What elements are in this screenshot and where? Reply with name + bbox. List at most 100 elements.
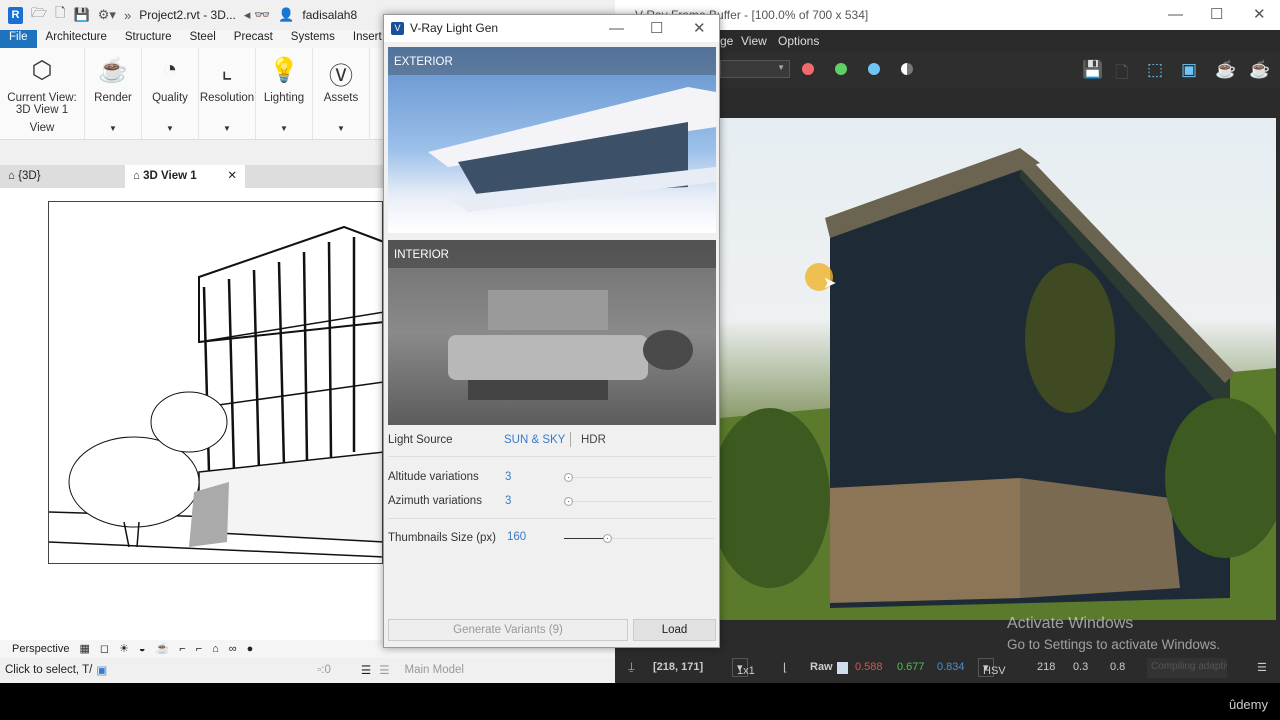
curve-icon[interactable]: ⌊ — [783, 661, 787, 674]
dropdown-icon[interactable]: ▼ — [109, 124, 117, 133]
lock-view-icon[interactable]: ⌂ — [212, 643, 219, 655]
azimuth-slider-handle[interactable] — [564, 497, 573, 506]
altitude-slider[interactable] — [568, 477, 713, 478]
revit-logo-icon[interactable]: R — [8, 6, 23, 24]
new-icon[interactable]: 🗋 — [55, 4, 65, 26]
log-icon[interactable]: ☰ — [1257, 661, 1267, 674]
shadows-icon[interactable]: ◒ — [139, 643, 146, 655]
thumbnail-size-handle[interactable] — [603, 534, 612, 543]
sync-icon[interactable]: ⚙▾ — [98, 7, 116, 23]
color-swatch — [837, 662, 848, 674]
tab-structure[interactable]: Structure — [116, 30, 181, 48]
region-select-icon[interactable]: ⬚ — [1147, 60, 1163, 80]
cube-icon: ⬡ — [31, 57, 53, 84]
menu-view[interactable]: View — [741, 34, 767, 48]
label: Render — [94, 92, 132, 104]
list-icon[interactable]: ☰ — [361, 663, 371, 677]
view-mode-label[interactable]: Perspective — [12, 643, 69, 655]
assets-button[interactable]: Ⓥ Assets ▼ — [313, 48, 370, 139]
generate-variants-button[interactable]: Generate Variants (9) — [388, 619, 628, 641]
dropdown-icon[interactable]: ▼ — [166, 124, 174, 133]
render-icon[interactable]: ☕ — [1215, 60, 1236, 80]
more-icon[interactable]: » — [124, 8, 131, 23]
quality-button[interactable]: ◔ Quality ▼ — [142, 48, 199, 139]
clear-icon[interactable]: 🗋 — [1115, 60, 1129, 89]
crop-show-icon[interactable]: ⌐ — [196, 643, 202, 655]
azimuth-value: 3 — [505, 495, 512, 507]
sun-icon[interactable]: ☀ — [119, 642, 129, 655]
tab-precast[interactable]: Precast — [225, 30, 282, 48]
title-bar: V V-Ray Light Gen — ☐ ✕ — [384, 15, 719, 42]
colorspace-dropdown[interactable]: HSV ▾ — [978, 658, 1006, 677]
tab-3d[interactable]: ⌂ {3D} — [0, 165, 120, 188]
red-value: 0.588 — [855, 661, 883, 673]
user-icon[interactable]: 👤 — [278, 7, 294, 23]
dropdown-icon[interactable]: ▼ — [337, 124, 345, 133]
interior-label: INTERIOR — [388, 240, 716, 268]
lighting-button[interactable]: 💡 Lighting ▼ — [256, 48, 313, 139]
close-icon[interactable]: ✕ — [227, 165, 237, 188]
close-icon[interactable]: ✕ — [693, 15, 706, 42]
interior-option[interactable]: INTERIOR — [388, 240, 716, 425]
render-image[interactable]: ➤ — [720, 118, 1276, 620]
scale-icon[interactable]: ▦ — [79, 642, 89, 655]
red-channel-button[interactable] — [802, 63, 814, 75]
minimize-icon[interactable]: — — [1168, 0, 1183, 30]
sample-dropdown[interactable]: 1x1 ▾ — [732, 658, 755, 677]
stop-render-icon[interactable]: ☕ — [1249, 60, 1270, 80]
visual-style-icon[interactable]: ◻ — [100, 642, 109, 655]
hdr-option[interactable]: HDR — [581, 434, 606, 446]
status-text: Click to select, T/ — [5, 664, 93, 676]
divider — [570, 432, 571, 447]
render-button[interactable]: ☕ Render ▼ — [85, 48, 142, 139]
worksets-icon[interactable]: ▣ — [96, 663, 107, 677]
label: Resolution — [199, 92, 255, 104]
vray-logo-icon: Ⓥ — [329, 63, 353, 90]
maximize-icon[interactable]: ☐ — [1210, 0, 1223, 30]
layer-dropdown[interactable]: ▼ — [720, 60, 790, 78]
pin-icon[interactable]: ⍊ — [628, 661, 635, 674]
save-icon[interactable]: 💾 — [74, 7, 90, 23]
teapot-icon: ☕ — [98, 57, 128, 84]
minimize-icon[interactable]: — — [609, 15, 624, 42]
exterior-option[interactable]: EXTERIOR — [388, 47, 716, 233]
list-icon-2[interactable]: ☰ — [379, 663, 389, 677]
hide-icon[interactable]: ∞ — [229, 643, 237, 655]
open-icon[interactable]: 🗁 — [31, 4, 47, 26]
dropdown-icon[interactable]: ▼ — [280, 124, 288, 133]
label: {3D} — [18, 170, 41, 182]
tab-3d-view-1[interactable]: ⌂ 3D View 1 ✕ — [125, 165, 245, 188]
resolution-button[interactable]: ⌞ Resolution ▼ — [199, 48, 256, 139]
bulb-icon[interactable]: ● — [247, 643, 254, 655]
track-mouse-icon[interactable]: ▣ — [1181, 60, 1197, 80]
menu-options[interactable]: Options — [778, 34, 819, 48]
render-icon[interactable]: ☕ — [156, 642, 170, 655]
label: Current View: — [7, 92, 77, 104]
tab-steel[interactable]: Steel — [181, 30, 225, 48]
panel-label: View — [29, 122, 55, 134]
crop-icon[interactable]: ⌐ — [179, 643, 185, 655]
green-channel-button[interactable] — [835, 63, 847, 75]
close-icon[interactable]: ✕ — [1253, 0, 1266, 30]
tab-file[interactable]: File — [0, 30, 37, 48]
menu-image[interactable]: ge — [720, 34, 733, 48]
maximize-icon[interactable]: ☐ — [650, 15, 663, 42]
binoculars-icon[interactable]: ◂ 👓 — [244, 7, 270, 23]
hue-value: 218 — [1037, 661, 1056, 673]
tab-systems[interactable]: Systems — [282, 30, 344, 48]
blue-channel-button[interactable] — [868, 63, 880, 75]
saturation-value: 0.3 — [1073, 661, 1089, 673]
save-icon[interactable]: 💾 — [1082, 60, 1103, 80]
current-view-button[interactable]: ⬡ Current View: 3D View 1 View — [0, 48, 85, 139]
thumbnail-size-label: Thumbnails Size (px) — [388, 532, 497, 544]
sun-sky-option[interactable]: SUN & SKY — [504, 434, 565, 446]
load-button[interactable]: Load — [633, 619, 716, 641]
alpha-channel-button[interactable] — [901, 63, 913, 75]
azimuth-slider[interactable] — [568, 501, 713, 502]
dropdown-icon[interactable]: ▼ — [223, 124, 231, 133]
model-select[interactable]: Main Model — [405, 664, 464, 676]
user-name[interactable]: fadisalah8 — [302, 8, 357, 22]
altitude-slider-handle[interactable] — [564, 473, 573, 482]
tab-architecture[interactable]: Architecture — [37, 30, 116, 48]
count: :0 — [321, 664, 331, 676]
